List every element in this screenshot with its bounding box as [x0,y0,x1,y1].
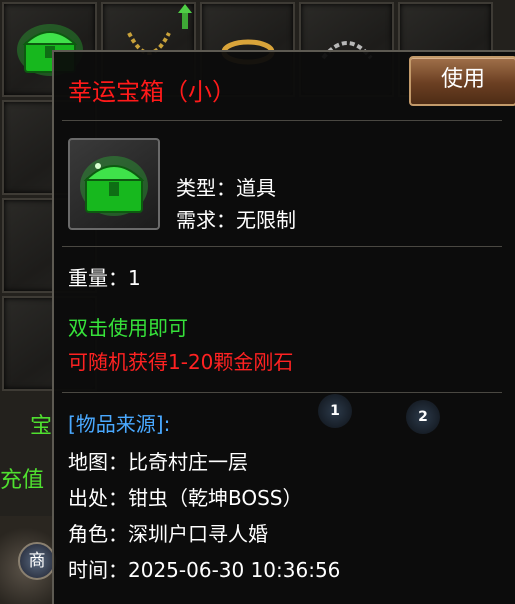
divider [62,120,502,121]
side-label-recharge[interactable]: 充值 [0,462,44,494]
divider [62,392,502,393]
item-usage-hint: 双击使用即可 [68,316,188,340]
page-tab-1[interactable]: 1 [318,394,352,428]
shop-button[interactable]: 商 [18,542,56,580]
item-requirement: 需求：无限制 [176,208,296,232]
use-button[interactable]: 使用 [409,56,515,106]
game-screen: 宝 充值 商 幸运宝箱（小） 使用 类型：道具 需求：无限制 重量：1 双击使用… [0,0,515,604]
source-character: 角色：深圳户口寻人婚 [68,522,268,546]
item-type: 类型：道具 [176,176,276,200]
source-time: 时间：2025-06-30 10:36:56 [68,558,341,582]
item-reward-desc: 可随机获得1-20颗金刚石 [68,350,294,374]
upgrade-arrow-stem [182,13,188,29]
item-source-header: [物品来源]: [68,412,171,436]
green-treasure-chest-icon [80,156,148,216]
page-tab-2[interactable]: 2 [406,400,440,434]
item-weight: 重量：1 [68,266,141,290]
item-thumbnail [68,138,160,230]
source-map: 地图：比奇村庄一层 [68,450,248,474]
item-title: 幸运宝箱（小） [68,78,236,106]
item-tooltip: 幸运宝箱（小） 使用 类型：道具 需求：无限制 重量：1 双击使用即可 可随机获… [52,50,515,604]
side-label-treasure: 宝 [30,414,53,439]
upgrade-arrow-icon [178,4,192,13]
source-origin: 出处：钳虫（乾坤BOSS） [68,486,303,510]
divider [62,246,502,247]
